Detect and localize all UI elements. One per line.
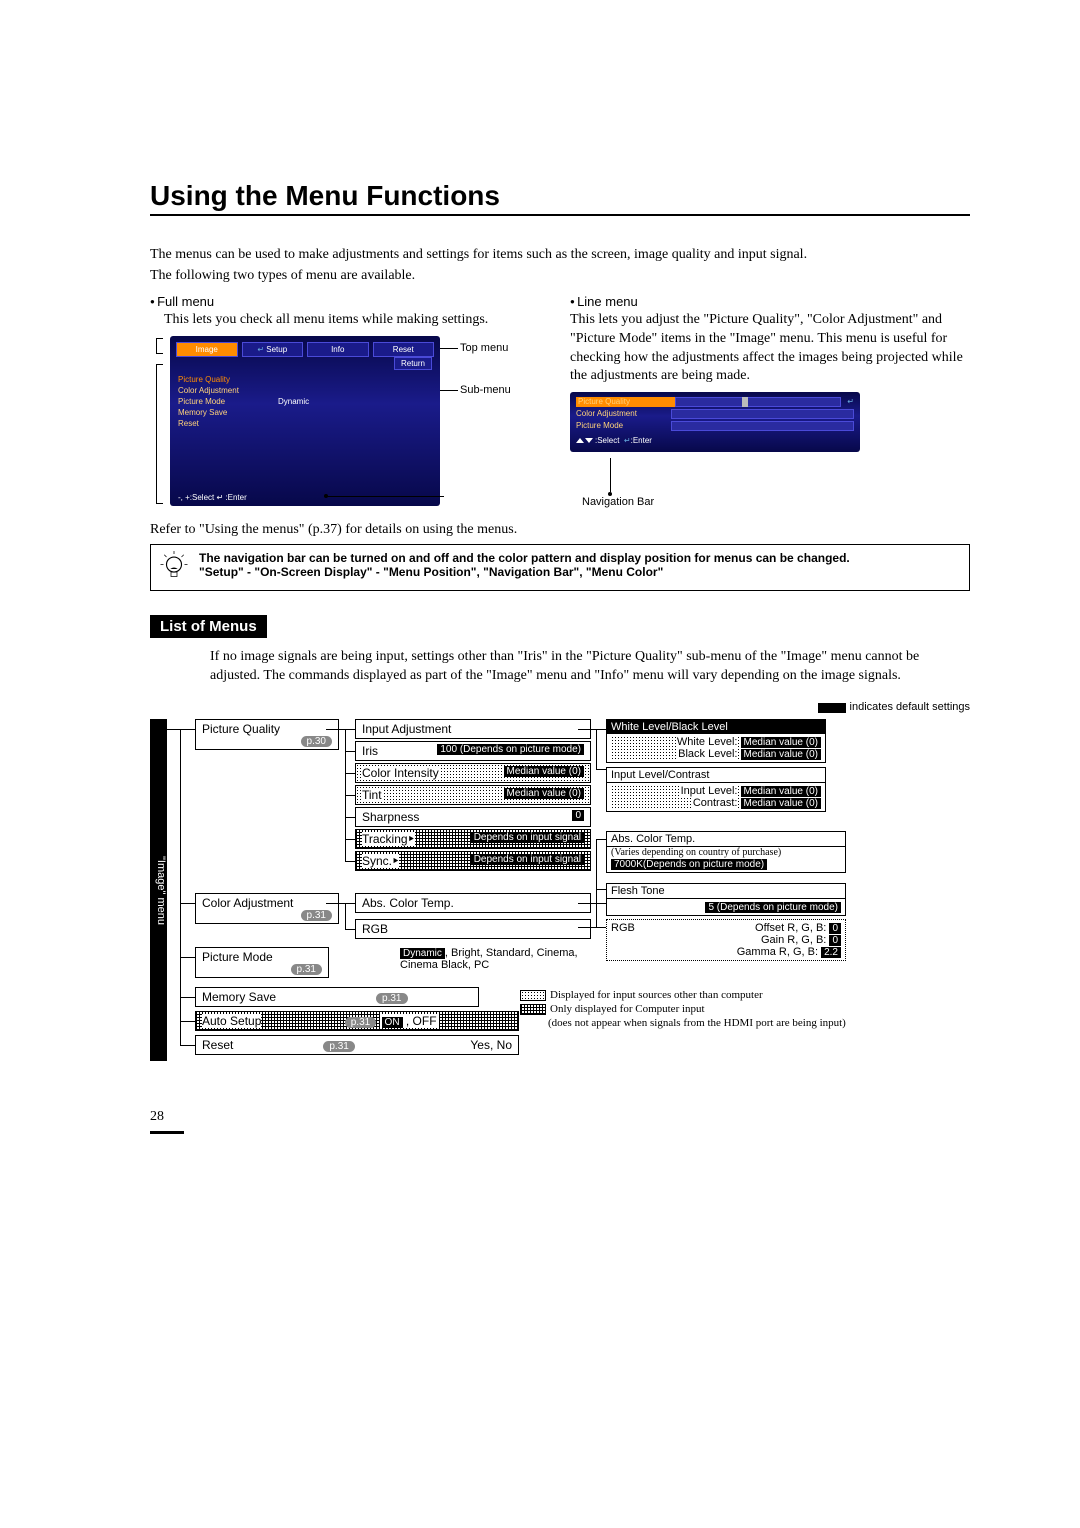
box-abs-color-temp: Abs. Color Temp. (Varies depending on co…: [606, 831, 846, 873]
intro: The menus can be used to make adjustment…: [150, 246, 970, 286]
osd-tab-setup: ↵ Setup: [242, 342, 304, 357]
tip-icon: [159, 551, 189, 584]
full-menu-osd: Image ↵ Setup Info Reset Return Picture …: [170, 336, 440, 506]
osd-tab-info: Info: [307, 342, 369, 357]
osd-return: Return: [394, 357, 432, 370]
tip-line1: The navigation bar can be turned on and …: [199, 551, 850, 565]
picture-mode-values: Dynamic, Bright, Standard, Cinema, Cinem…: [400, 947, 580, 971]
osd-footer: -, +:Select ↵ :Enter: [178, 493, 247, 502]
line-menu-desc: This lets you adjust the "Picture Qualit…: [570, 311, 970, 387]
osd-item: Memory Save: [178, 407, 432, 418]
node-color-adjustment: Color Adjustmentp.31: [195, 893, 339, 924]
side-tab-image-menu: "Image" menu: [150, 719, 167, 1061]
intro-p2: The following two types of menu are avai…: [150, 267, 970, 286]
footnotes: Displayed for input sources other than c…: [520, 989, 850, 1030]
osd-item: Picture Quality: [178, 374, 432, 385]
callout-top-menu: Top menu: [460, 342, 508, 354]
osd-item: Color Adjustment: [178, 385, 432, 396]
node {node-color-intensity}: Color IntensityMedian value (0): [355, 763, 591, 783]
node-rgb: RGB: [355, 919, 591, 939]
refer-text: Refer to "Using the menus" (p.37) for de…: [150, 522, 970, 538]
tip-line2: "Setup" - "On-Screen Display" - "Menu Po…: [199, 565, 663, 579]
node-input-adj: Input Adjustment: [355, 719, 591, 739]
osd-tab-reset: Reset: [373, 342, 435, 357]
line-menu-osd: Picture Quality↵ Color Adjustment Pictur…: [570, 392, 860, 452]
node-auto-setup: Auto Setup p.31 ON , OFF: [195, 1011, 519, 1031]
node-reset: Resetp.31Yes, No: [195, 1035, 519, 1055]
node-sync: Sync.‣Depends on input signal: [355, 851, 591, 871]
page-number-bar: [150, 1131, 184, 1134]
page-number: 28: [150, 1109, 970, 1125]
osd-line-row: Picture Quality↵: [576, 396, 854, 408]
line-menu-label: Line menu: [570, 294, 970, 309]
osd-line-row: Picture Mode: [576, 420, 854, 432]
node-tint: TintMedian value (0): [355, 785, 591, 805]
list-of-menus-head: List of Menus: [150, 615, 267, 638]
full-menu-label: Full menu: [150, 294, 550, 309]
box-input-level-contrast: Input Level/Contrast Input Level: Median…: [606, 767, 826, 812]
node-iris: Iris100 (Depends on picture mode): [355, 741, 591, 761]
node-memory-save: Memory Savep.31: [195, 987, 479, 1007]
node-picture-mode: Picture Modep.31: [195, 947, 329, 978]
node-tracking: Tracking‣Depends on input signal: [355, 829, 591, 849]
page-title: Using the Menu Functions: [150, 180, 970, 212]
node-picture-quality: Picture Qualityp.30: [195, 719, 339, 750]
legend: indicates default settings: [150, 701, 970, 713]
node-abs-color-temp: Abs. Color Temp.: [355, 893, 591, 913]
tip-box: The navigation bar can be turned on and …: [150, 544, 970, 591]
node-sharpness: Sharpness0: [355, 807, 591, 827]
osd-line-row: Color Adjustment: [576, 408, 854, 420]
box-flesh-tone: Flesh Tone 5 (Depends on picture mode): [606, 883, 846, 916]
list-of-menus-body: If no image signals are being input, set…: [210, 648, 970, 686]
full-menu-desc: This lets you check all menu items while…: [164, 311, 550, 330]
osd-line-footer: :Select ↵:Enter: [576, 436, 854, 445]
title-rule: [150, 214, 970, 216]
osd-item: Reset: [178, 418, 432, 429]
callout-sub-menu: Sub-menu: [460, 384, 511, 396]
menu-tree: "Image" menu Picture Qualityp.30 Color A…: [150, 719, 970, 1079]
box-white-black-level: White Level/Black Level White Level: Med…: [606, 719, 826, 763]
osd-item: Picture ModeDynamic: [178, 396, 432, 407]
osd-tab-image: Image: [176, 342, 238, 357]
box-rgb: RGB Offset R, G, B: 0 Gain R, G, B: 0 Ga…: [606, 919, 846, 961]
intro-p1: The menus can be used to make adjustment…: [150, 246, 970, 265]
callout-nav-bar: Navigation Bar: [582, 496, 654, 508]
